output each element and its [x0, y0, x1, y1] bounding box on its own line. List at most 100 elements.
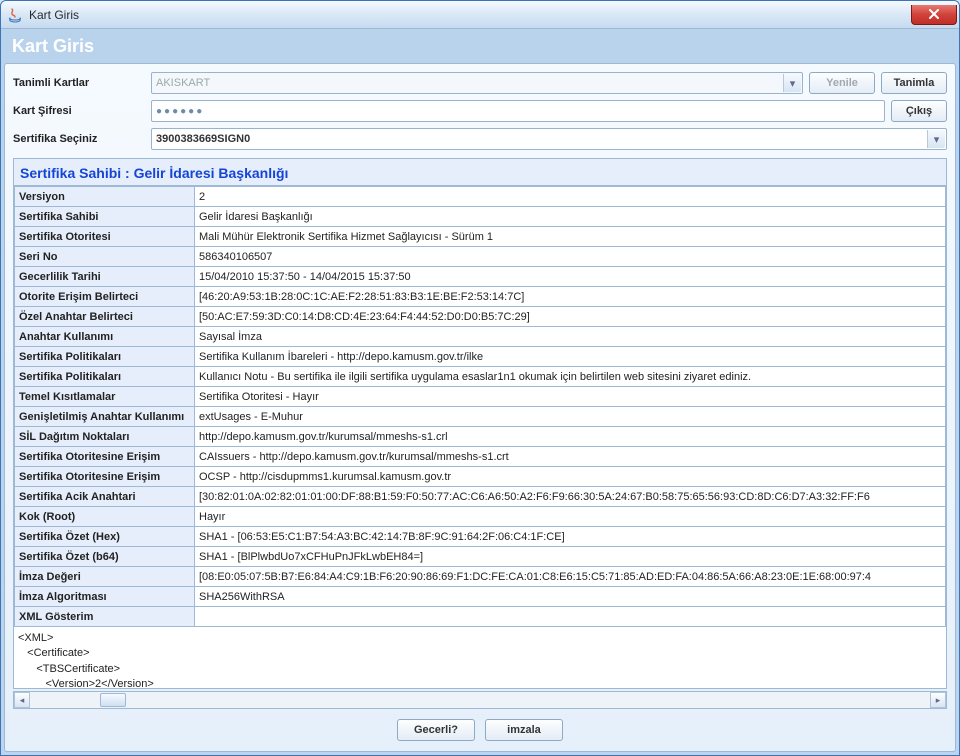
cert-select-combo[interactable]: 3900383669SIGN0 ▾	[151, 128, 947, 150]
card-pin-input[interactable]: ●●●●●●	[151, 100, 885, 122]
detail-value	[195, 607, 946, 627]
titlebar[interactable]: Kart Giris	[1, 1, 959, 29]
cert-select-label: Sertifika Seçiniz	[13, 133, 145, 145]
detail-value: [30:82:01:0A:02:82:01:01:00:DF:88:B1:59:…	[195, 487, 946, 507]
refresh-button[interactable]: Yenile	[809, 72, 875, 94]
detail-value: CAIssuers - http://depo.kamusm.gov.tr/ku…	[195, 447, 946, 467]
detail-value: [50:AC:E7:59:3D:C0:14:D8:CD:4E:23:64:F4:…	[195, 307, 946, 327]
table-row: Sertifika Acik Anahtari[30:82:01:0A:02:8…	[15, 487, 946, 507]
table-row: Sertifika Özet (b64)SHA1 - [BlPlwbdUo7xC…	[15, 547, 946, 567]
detail-value: SHA1 - [06:53:E5:C1:B7:54:A3:BC:42:14:7B…	[195, 527, 946, 547]
table-row: Temel KısıtlamalarSertifika Otoritesi - …	[15, 387, 946, 407]
table-row: Sertifika PolitikalarıSertifika Kullanım…	[15, 347, 946, 367]
app-title: Kart Giris	[4, 32, 956, 63]
detail-label: Sertifika Politikaları	[15, 367, 195, 387]
card-pin-value: ●●●●●●	[156, 106, 204, 117]
table-row: Otorite Erişim Belirteci[46:20:A9:53:1B:…	[15, 287, 946, 307]
table-row: Sertifika Özet (Hex)SHA1 - [06:53:E5:C1:…	[15, 527, 946, 547]
window-root: Kart Giris Kart Giris Tanimli Kartlar AK…	[0, 0, 960, 756]
detail-label: Genişletilmiş Anahtar Kullanımı	[15, 407, 195, 427]
table-row: Gecerlilik Tarihi15/04/2010 15:37:50 - 1…	[15, 267, 946, 287]
detail-label: İmza Algoritması	[15, 587, 195, 607]
scroll-track[interactable]	[30, 692, 930, 708]
detail-value: Sertifika Kullanım İbareleri - http://de…	[195, 347, 946, 367]
detail-value: OCSP - http://cisdupmms1.kurumsal.kamusm…	[195, 467, 946, 487]
detail-value: 15/04/2010 15:37:50 - 14/04/2015 15:37:5…	[195, 267, 946, 287]
table-row: Anahtar KullanımıSayısal İmza	[15, 327, 946, 347]
table-row: XML Gösterim	[15, 607, 946, 627]
java-icon	[7, 7, 23, 23]
defined-cards-value: AKISKART	[156, 77, 210, 89]
detail-label: Sertifika Otoritesine Erişim	[15, 467, 195, 487]
detail-value: SHA1 - [BlPlwbdUo7xCFHuPnJFkLwbEH84=]	[195, 547, 946, 567]
detail-value: [46:20:A9:53:1B:28:0C:1C:AE:F2:28:51:83:…	[195, 287, 946, 307]
inner-panel: Tanimli Kartlar AKISKART ▾ Yenile Taniml…	[4, 63, 956, 752]
detail-value: Gelir İdaresi Başkanlığı	[195, 207, 946, 227]
exit-button[interactable]: Çıkış	[891, 100, 947, 122]
defined-cards-combo[interactable]: AKISKART ▾	[151, 72, 803, 94]
define-button[interactable]: Tanimla	[881, 72, 947, 94]
detail-value: [08:E0:05:07:5B:B7:E6:84:A4:C9:1B:F6:20:…	[195, 567, 946, 587]
chevron-down-icon[interactable]: ▾	[927, 130, 945, 148]
table-row: Versiyon2	[15, 187, 946, 207]
detail-label: Seri No	[15, 247, 195, 267]
outer-content: Kart Giris Tanimli Kartlar AKISKART ▾ Ye…	[1, 29, 959, 755]
scroll-thumb[interactable]	[100, 693, 126, 707]
table-row: SİL Dağıtım Noktaları http://depo.kamusm…	[15, 427, 946, 447]
detail-value: Kullanıcı Notu - Bu sertifika ile ilgili…	[195, 367, 946, 387]
detail-label: Temel Kısıtlamalar	[15, 387, 195, 407]
valid-button[interactable]: Gecerli?	[397, 719, 475, 741]
table-row: Kok (Root)Hayır	[15, 507, 946, 527]
window-title: Kart Giris	[29, 8, 79, 22]
detail-label: Sertifika Otoritesine Erişim	[15, 447, 195, 467]
table-row: Genişletilmiş Anahtar KullanımıextUsages…	[15, 407, 946, 427]
detail-value: Mali Mühür Elektronik Sertifika Hizmet S…	[195, 227, 946, 247]
detail-label: Özel Anahtar Belirteci	[15, 307, 195, 327]
detail-label: Sertifika Acik Anahtari	[15, 487, 195, 507]
bottom-buttons: Gecerli? imzala	[5, 709, 955, 751]
defined-cards-label: Tanimli Kartlar	[13, 77, 145, 89]
detail-label: SİL Dağıtım Noktaları	[15, 427, 195, 447]
table-row: Sertifika PolitikalarıKullanıcı Notu - B…	[15, 367, 946, 387]
detail-value: Sertifika Otoritesi - Hayır	[195, 387, 946, 407]
table-row: Sertifika SahibiGelir İdaresi Başkanlığı	[15, 207, 946, 227]
card-pin-label: Kart Şifresi	[13, 105, 145, 117]
detail-label: Sertifika Özet (Hex)	[15, 527, 195, 547]
form-area: Tanimli Kartlar AKISKART ▾ Yenile Taniml…	[5, 64, 955, 158]
xml-block: <XML> <Certificate> <TBSCertificate> <Ve…	[14, 627, 946, 688]
table-row: Sertifika Otoritesine ErişimOCSP - http:…	[15, 467, 946, 487]
detail-label: Gecerlilik Tarihi	[15, 267, 195, 287]
table-row: Seri No586340106507	[15, 247, 946, 267]
scroll-right-icon[interactable]: ▸	[930, 692, 946, 708]
table-row: Özel Anahtar Belirteci[50:AC:E7:59:3D:C0…	[15, 307, 946, 327]
cert-owner-header: Sertifika Sahibi : Gelir İdaresi Başkanl…	[14, 159, 946, 186]
detail-label: Sertifika Sahibi	[15, 207, 195, 227]
cert-select-value: 3900383669SIGN0	[156, 133, 250, 145]
detail-value: 586340106507	[195, 247, 946, 267]
detail-label: Sertifika Politikaları	[15, 347, 195, 367]
detail-label: Versiyon	[15, 187, 195, 207]
detail-label: Kok (Root)	[15, 507, 195, 527]
detail-label: Sertifika Özet (b64)	[15, 547, 195, 567]
details-scroll[interactable]: Sertifika Sahibi : Gelir İdaresi Başkanl…	[14, 159, 946, 688]
sign-button[interactable]: imzala	[485, 719, 563, 741]
detail-label: Anahtar Kullanımı	[15, 327, 195, 347]
chevron-down-icon[interactable]: ▾	[783, 74, 801, 92]
detail-value: SHA256WithRSA	[195, 587, 946, 607]
detail-label: XML Gösterim	[15, 607, 195, 627]
details-wrapper: Sertifika Sahibi : Gelir İdaresi Başkanl…	[13, 158, 947, 689]
detail-value: http://depo.kamusm.gov.tr/kurumsal/mmesh…	[195, 427, 946, 447]
detail-value: Sayısal İmza	[195, 327, 946, 347]
table-row: İmza Değeri[08:E0:05:07:5B:B7:E6:84:A4:C…	[15, 567, 946, 587]
detail-value: extUsages - E-Muhur	[195, 407, 946, 427]
table-row: Sertifika OtoritesiMali Mühür Elektronik…	[15, 227, 946, 247]
scroll-left-icon[interactable]: ◂	[14, 692, 30, 708]
details-table: Versiyon2Sertifika SahibiGelir İdaresi B…	[14, 186, 946, 627]
close-button[interactable]	[911, 5, 957, 25]
table-row: İmza AlgoritmasıSHA256WithRSA	[15, 587, 946, 607]
detail-value: 2	[195, 187, 946, 207]
detail-label: Sertifika Otoritesi	[15, 227, 195, 247]
horizontal-scrollbar[interactable]: ◂ ▸	[13, 691, 947, 709]
table-row: Sertifika Otoritesine ErişimCAIssuers - …	[15, 447, 946, 467]
detail-value: Hayır	[195, 507, 946, 527]
